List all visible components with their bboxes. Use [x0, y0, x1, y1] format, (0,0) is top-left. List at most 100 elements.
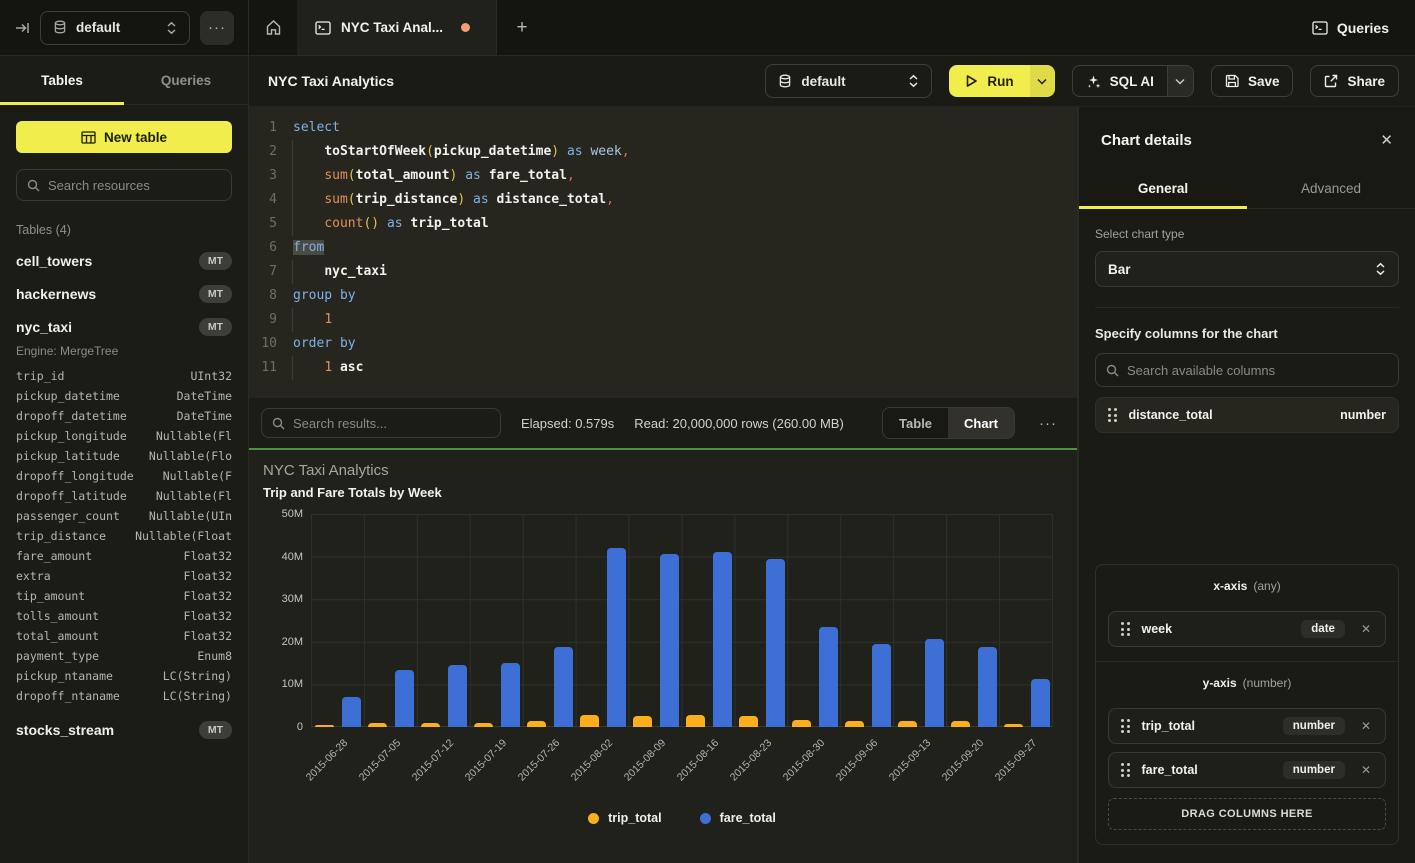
bar-fare_total[interactable] — [819, 627, 838, 727]
bar-trip_total[interactable] — [686, 715, 705, 727]
sql-ai-options-button[interactable] — [1167, 66, 1193, 96]
drag-columns-dropzone[interactable]: DRAG COLUMNS HERE — [1108, 798, 1386, 830]
x-axis-tick: 2015-09-20 — [947, 727, 1000, 803]
legend-label: fare_total — [720, 811, 776, 825]
column-row[interactable]: pickup_longitudeNullable(Fl — [16, 426, 232, 446]
search-icon — [27, 179, 40, 192]
run-options-button[interactable] — [1030, 65, 1055, 97]
sidebar-more-button[interactable]: ··· — [200, 11, 234, 45]
bar-fare_total[interactable] — [978, 647, 997, 727]
axis-column-item[interactable]: trip_totalnumber✕ — [1108, 708, 1386, 744]
drag-handle-icon — [1121, 763, 1130, 777]
results-more-button[interactable]: ··· — [1035, 415, 1061, 432]
table-item[interactable]: nyc_taxiMT — [16, 318, 232, 336]
remove-column-icon[interactable]: ✕ — [1357, 763, 1375, 777]
chart-type-select[interactable]: Bar — [1095, 251, 1399, 287]
bar-fare_total[interactable] — [448, 665, 467, 727]
y-tick-label: 20M — [282, 636, 303, 648]
column-row[interactable]: pickup_datetimeDateTime — [16, 386, 232, 406]
bar-trip_total[interactable] — [739, 716, 758, 727]
editor-line: 1select — [249, 116, 1077, 140]
chart-y-axis: 50M40M30M20M10M0 — [263, 514, 303, 727]
column-row[interactable]: trip_distanceNullable(Float — [16, 526, 232, 546]
code-text: group by — [291, 284, 356, 308]
column-row[interactable]: trip_idUInt32 — [16, 366, 232, 386]
database-icon — [53, 20, 67, 35]
save-button[interactable]: Save — [1211, 65, 1294, 97]
panel-tab-advanced[interactable]: Advanced — [1247, 169, 1415, 208]
bar-fare_total[interactable] — [607, 548, 626, 727]
close-icon[interactable]: ✕ — [1380, 131, 1393, 149]
bar-fare_total[interactable] — [501, 663, 520, 727]
chevron-down-icon — [1175, 78, 1185, 85]
line-number: 7 — [249, 260, 277, 284]
bar-fare_total[interactable] — [925, 639, 944, 727]
bar-fare_total[interactable] — [395, 670, 414, 728]
column-name: tolls_amount — [16, 606, 99, 626]
bar-fare_total[interactable] — [342, 697, 361, 727]
bar-fare_total[interactable] — [1031, 679, 1050, 727]
bar-fare_total[interactable] — [713, 552, 732, 728]
column-row[interactable]: pickup_latitudeNullable(Flo — [16, 446, 232, 466]
view-toggle-table[interactable]: Table — [883, 408, 948, 438]
column-row[interactable]: pickup_ntanameLC(String) — [16, 666, 232, 686]
sql-editor[interactable]: 1select2 toStartOfWeek(pickup_datetime) … — [249, 107, 1077, 398]
tab-nyc-taxi-analytics[interactable]: NYC Taxi Anal... — [297, 0, 497, 55]
code-text: sum(total_amount) as fare_total, — [291, 164, 575, 188]
sql-ai-button[interactable]: SQL AI — [1073, 66, 1167, 96]
y-axis-hint: (number) — [1243, 676, 1292, 690]
axis-column-item[interactable]: weekdate✕ — [1108, 611, 1386, 647]
available-column-item[interactable]: distance_totalnumber — [1095, 397, 1399, 433]
column-name: dropoff_ntaname — [16, 686, 120, 706]
column-search-input[interactable] — [1127, 363, 1388, 378]
query-database-selector[interactable]: default — [765, 64, 932, 98]
table-item[interactable]: stocks_streamMT — [16, 721, 232, 739]
queries-nav-button[interactable]: Queries — [1286, 0, 1415, 55]
home-button[interactable] — [249, 0, 297, 55]
search-icon — [272, 417, 285, 430]
panel-tab-general[interactable]: General — [1079, 169, 1247, 208]
sidebar-tab-queries[interactable]: Queries — [124, 56, 248, 104]
remove-column-icon[interactable]: ✕ — [1357, 719, 1375, 733]
column-row[interactable]: tolls_amountFloat32 — [16, 606, 232, 626]
table-item[interactable]: hackernewsMT — [16, 285, 232, 303]
bar-fare_total[interactable] — [872, 644, 891, 727]
new-tab-button[interactable]: + — [497, 0, 547, 55]
code-text: select — [291, 116, 340, 140]
bar-trip_total[interactable] — [580, 715, 599, 727]
column-row[interactable]: extraFloat32 — [16, 566, 232, 586]
share-button[interactable]: Share — [1310, 65, 1399, 97]
code-text: nyc_taxi — [291, 260, 387, 284]
collapse-sidebar-icon[interactable] — [14, 20, 30, 36]
run-button[interactable]: Run — [949, 65, 1029, 97]
bar-fare_total[interactable] — [766, 559, 785, 727]
column-row[interactable]: payment_typeEnum8 — [16, 646, 232, 666]
bar-fare_total[interactable] — [660, 554, 679, 727]
column-row[interactable]: dropoff_latitudeNullable(Fl — [16, 486, 232, 506]
sidebar-tab-tables[interactable]: Tables — [0, 56, 124, 104]
resource-search-input[interactable] — [48, 178, 221, 193]
line-number: 6 — [249, 236, 277, 260]
bar-fare_total[interactable] — [554, 647, 573, 727]
chevron-down-icon — [1037, 78, 1047, 85]
column-row[interactable]: total_amountFloat32 — [16, 626, 232, 646]
new-table-button[interactable]: New table — [16, 121, 232, 153]
tabbar-spacer — [547, 0, 1286, 55]
column-row[interactable]: fare_amountFloat32 — [16, 546, 232, 566]
legend-item-fare_total[interactable]: fare_total — [700, 811, 776, 825]
x-axis-tick: 2015-07-26 — [523, 727, 576, 803]
column-row[interactable]: dropoff_ntanameLC(String) — [16, 686, 232, 706]
column-row[interactable]: dropoff_longitudeNullable(F — [16, 466, 232, 486]
legend-item-trip_total[interactable]: trip_total — [588, 811, 661, 825]
bar-trip_total[interactable] — [633, 716, 652, 728]
results-search-input[interactable] — [293, 416, 490, 431]
view-toggle-chart[interactable]: Chart — [948, 408, 1014, 438]
axis-column-item[interactable]: fare_totalnumber✕ — [1108, 752, 1386, 788]
remove-column-icon[interactable]: ✕ — [1357, 622, 1375, 636]
column-row[interactable]: tip_amountFloat32 — [16, 586, 232, 606]
sidebar-database-selector[interactable]: default — [40, 11, 190, 45]
column-row[interactable]: passenger_countNullable(UIn — [16, 506, 232, 526]
bar-trip_total[interactable] — [792, 720, 811, 727]
column-row[interactable]: dropoff_datetimeDateTime — [16, 406, 232, 426]
table-item[interactable]: cell_towersMT — [16, 252, 232, 270]
